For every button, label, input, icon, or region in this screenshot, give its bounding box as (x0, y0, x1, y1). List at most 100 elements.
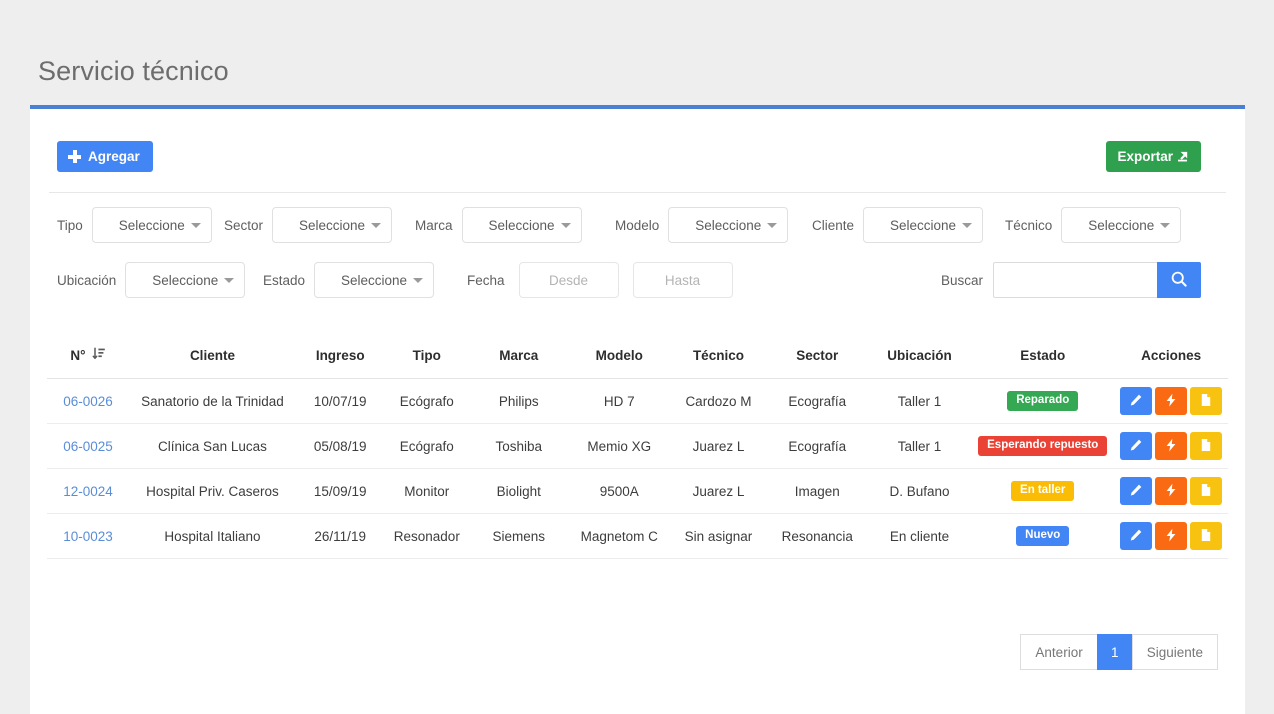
cell-estado: En taller (971, 468, 1115, 514)
filter-modelo-value: Seleccione (695, 217, 762, 233)
filter-tecnico-label: Técnico (1005, 217, 1053, 233)
column-header-acciones: Acciones (1114, 347, 1228, 379)
search-icon (1170, 270, 1188, 291)
filter-tecnico: Técnico Seleccione (1005, 207, 1182, 243)
action-file-button[interactable] (1190, 477, 1223, 505)
bolt-icon (1164, 438, 1178, 455)
cell-tipo: Ecógrafo (384, 423, 470, 469)
file-icon (1199, 483, 1213, 500)
search-button[interactable] (1157, 262, 1201, 298)
filter-ubicacion: Ubicación Seleccione (57, 262, 246, 298)
cell-sector: Resonancia (766, 513, 868, 559)
plus-icon (68, 150, 81, 163)
sort-amount-desc-icon[interactable] (92, 347, 106, 364)
filter-modelo-label: Modelo (615, 217, 660, 233)
filter-modelo: Modelo Seleccione (615, 207, 789, 243)
add-button-label: Agregar (88, 149, 140, 164)
column-header-numero[interactable]: N° (47, 347, 129, 379)
filter-estado-select[interactable]: Seleccione (314, 262, 435, 298)
action-file-button[interactable] (1190, 387, 1223, 415)
filter-tecnico-select[interactable]: Seleccione (1061, 207, 1182, 243)
cell-ingreso: 10/07/19 (295, 378, 385, 424)
action-bolt-button[interactable] (1155, 477, 1188, 505)
filter-ubicacion-select[interactable]: Seleccione (125, 262, 246, 298)
filter-modelo-select[interactable]: Seleccione (668, 207, 789, 243)
cell-ubicacion: En cliente (867, 513, 972, 559)
records-table: N° Cliente Ingreso Tipo Marca Modelo Téc… (47, 347, 1228, 559)
pagination: Anterior 1 Siguiente (1020, 634, 1218, 670)
search-wrapper (993, 262, 1201, 298)
column-header-ingreso: Ingreso (295, 347, 385, 379)
fecha-hasta-input[interactable] (632, 262, 733, 298)
pagination-page-1[interactable]: 1 (1096, 634, 1133, 670)
column-header-numero-label: N° (70, 348, 86, 363)
action-file-button[interactable] (1190, 522, 1223, 550)
action-pencil-button[interactable] (1120, 477, 1153, 505)
filter-marca-value: Seleccione (488, 217, 555, 233)
cell-cliente: Sanatorio de la Trinidad (128, 378, 296, 424)
cell-ubicacion: Taller 1 (867, 378, 972, 424)
cell-acciones (1114, 378, 1228, 424)
filter-marca: Marca Seleccione (415, 207, 582, 243)
cell-numero: 12-0024 (47, 468, 129, 514)
action-file-button[interactable] (1190, 432, 1223, 460)
table-head: N° Cliente Ingreso Tipo Marca Modelo Téc… (47, 347, 1228, 379)
cell-acciones (1114, 513, 1228, 559)
search-input[interactable] (993, 262, 1157, 298)
filter-marca-select[interactable]: Seleccione (461, 207, 582, 243)
action-pencil-button[interactable] (1120, 432, 1153, 460)
chevron-down-icon (371, 223, 382, 228)
filter-cliente-label: Cliente (812, 217, 855, 233)
filter-tipo-select[interactable]: Seleccione (91, 207, 212, 243)
cell-tipo: Resonador (384, 513, 470, 559)
action-bolt-button[interactable] (1155, 387, 1188, 415)
record-number-link[interactable]: 06-0025 (63, 439, 113, 454)
pencil-icon (1129, 438, 1143, 455)
pencil-icon (1129, 528, 1143, 545)
filter-tecnico-value: Seleccione (1088, 217, 1155, 233)
filter-cliente-select[interactable]: Seleccione (863, 207, 984, 243)
cell-marca: Siemens (469, 513, 569, 559)
chevron-down-icon (767, 223, 778, 228)
cell-modelo: 9500A (568, 468, 671, 514)
cell-acciones (1114, 423, 1228, 469)
pencil-icon (1129, 483, 1143, 500)
column-header-ubicacion: Ubicación (867, 347, 972, 379)
action-pencil-button[interactable] (1120, 387, 1153, 415)
content-card: Agregar Exportar Tipo Seleccione Sector … (30, 105, 1245, 714)
fecha-desde-input[interactable] (518, 262, 619, 298)
action-bolt-button[interactable] (1155, 522, 1188, 550)
cell-tecnico: Juarez L (670, 468, 767, 514)
row-actions (1120, 387, 1223, 415)
table-row: 06-0025 Clínica San Lucas 05/08/19 Ecógrafo… (47, 423, 1228, 469)
filter-sector-select[interactable]: Seleccione (272, 207, 393, 243)
cell-sector: Imagen (766, 468, 868, 514)
filter-estado: Estado Seleccione (263, 262, 435, 298)
export-button[interactable]: Exportar (1106, 141, 1201, 172)
cell-tecnico: Cardozo M (670, 378, 767, 424)
cell-ubicacion: Taller 1 (867, 423, 972, 469)
filter-sector: Sector Seleccione (224, 207, 393, 243)
export-arrow-icon (1175, 149, 1190, 164)
pagination-next[interactable]: Siguiente (1131, 634, 1218, 670)
action-pencil-button[interactable] (1120, 522, 1153, 550)
file-icon (1199, 393, 1213, 410)
record-number-link[interactable]: 06-0026 (63, 394, 113, 409)
cell-numero: 10-0023 (47, 513, 129, 559)
bolt-icon (1164, 483, 1178, 500)
column-header-cliente: Cliente (128, 347, 296, 379)
column-header-sector: Sector (766, 347, 868, 379)
chevron-down-icon (560, 223, 571, 228)
cell-ingreso: 26/11/19 (295, 513, 385, 559)
column-header-modelo: Modelo (568, 347, 671, 379)
filter-sector-label: Sector (224, 217, 264, 233)
filter-estado-label: Estado (263, 272, 306, 288)
record-number-link[interactable]: 10-0023 (63, 529, 113, 544)
action-bolt-button[interactable] (1155, 432, 1188, 460)
cell-sector: Ecografía (766, 378, 868, 424)
cell-ingreso: 05/08/19 (295, 423, 385, 469)
add-button[interactable]: Agregar (57, 141, 153, 172)
filter-fecha: Fecha (467, 262, 733, 298)
record-number-link[interactable]: 12-0024 (63, 484, 113, 499)
pagination-previous[interactable]: Anterior (1020, 634, 1098, 670)
